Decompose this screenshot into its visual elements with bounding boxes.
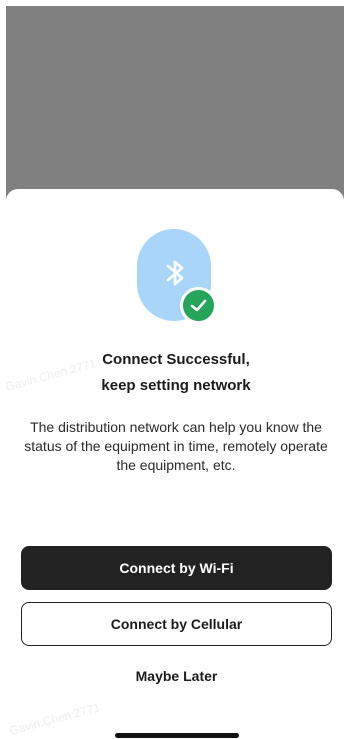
home-indicator <box>115 733 239 738</box>
dimmed-overlay[interactable] <box>6 6 344 206</box>
check-circle-icon <box>180 287 217 324</box>
bluetooth-icon <box>166 260 184 286</box>
title-line-2: keep setting network <box>101 377 251 394</box>
maybe-later-link[interactable]: Maybe Later <box>21 668 332 690</box>
dialog-description: The distribution network can help you kn… <box>24 419 328 473</box>
connect-cellular-button[interactable]: Connect by Cellular <box>21 602 332 646</box>
connect-wifi-button[interactable]: Connect by Wi-Fi <box>21 546 332 590</box>
